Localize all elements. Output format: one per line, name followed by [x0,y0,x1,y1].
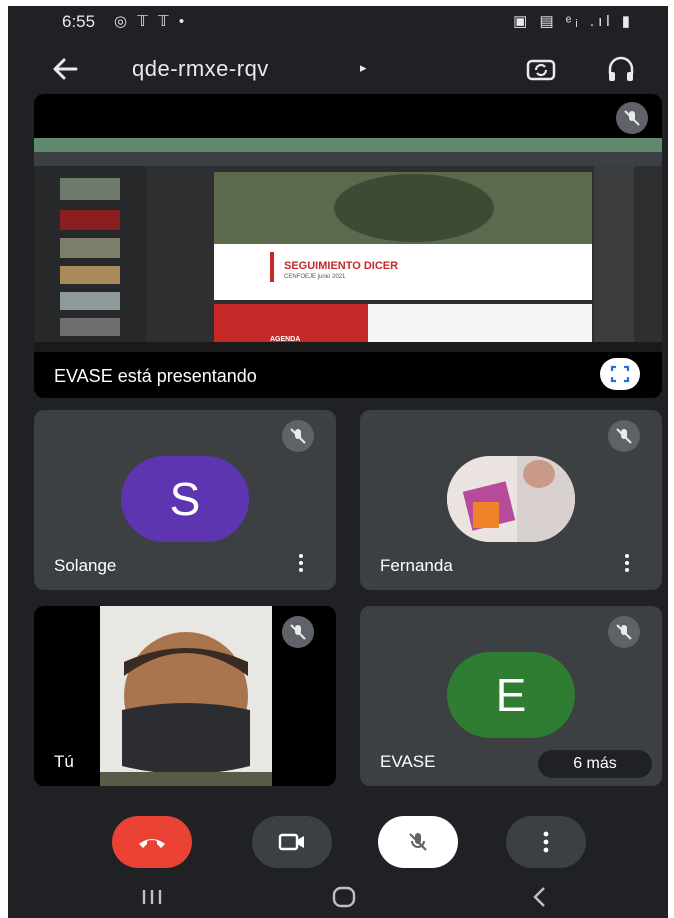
microphone-toggle-button[interactable] [378,816,458,868]
headphones-icon[interactable] [604,52,638,86]
mic-off-icon [616,428,632,444]
camera-toggle-button[interactable] [252,816,332,868]
back-arrow-icon[interactable] [48,52,82,86]
solange-mute-badge [282,420,314,452]
call-controls [8,812,668,876]
solange-avatar: S [121,456,249,542]
mic-off-icon [290,624,306,640]
fernanda-avatar-photo [447,456,575,542]
mic-off-icon [290,428,306,444]
system-back-icon[interactable] [520,882,560,912]
status-right-icons: ▣ ▤ ᵉᵢ .ıl ▮ [513,13,634,30]
fernanda-mute-badge [608,420,640,452]
participant-tile-self[interactable]: Tú [34,606,336,786]
presenter-mute-badge [616,102,648,134]
more-options-button[interactable] [506,816,586,868]
phone-hangup-icon [139,839,165,848]
participant-name: EVASE [380,752,436,771]
fullscreen-button[interactable] [600,358,640,390]
mic-off-icon [616,624,632,640]
recents-icon[interactable] [132,882,172,912]
presentation-tile[interactable]: SEGUIMIENTO DICER CENFOEJE junio 2021 AG… [34,94,662,398]
more-options-icon[interactable] [296,554,306,576]
slide-title: SEGUIMIENTO DICER [284,260,399,272]
more-participants-button[interactable]: 6 más [538,750,652,778]
meet-screen: 6:55 ◎ 𝕋 𝕋 • ▣ ▤ ᵉᵢ .ıl ▮ qde-rmxe-rqv ▸ [8,6,668,918]
participant-tile-solange[interactable]: S Solange [34,410,336,590]
evase-avatar: E [447,652,575,738]
meeting-details-caret-icon[interactable]: ▸ [360,60,367,76]
participant-name: Solange [54,556,117,575]
evase-mute-badge [608,616,640,648]
participant-name: Tú [54,752,74,771]
slide-subtitle: CENFOEJE junio 2021 [284,274,346,280]
system-navigation-bar [8,876,668,918]
participant-tile-fernanda[interactable]: Fernanda [360,410,662,590]
video-camera-icon [278,833,304,851]
mic-off-icon [409,833,427,851]
switch-camera-icon[interactable] [524,52,558,86]
mic-off-icon [624,110,640,126]
shared-screen: SEGUIMIENTO DICER CENFOEJE junio 2021 AG… [34,138,662,352]
home-icon[interactable] [324,882,364,912]
status-bar: 6:55 ◎ 𝕋 𝕋 • ▣ ▤ ᵉᵢ .ıl ▮ [8,6,668,38]
more-vertical-icon [543,831,549,853]
self-mute-badge [282,616,314,648]
more-options-icon[interactable] [622,554,632,576]
slide-agenda-label: AGENDA [270,336,301,343]
self-video [100,606,272,786]
fullscreen-icon [610,365,630,383]
participant-name: Fernanda [380,556,453,575]
status-left-icons: ◎ 𝕋 𝕋 • [114,13,188,30]
status-time: 6:55 [62,12,96,31]
participant-tile-evase[interactable]: E EVASE 6 más [360,606,662,786]
top-bar: qde-rmxe-rqv ▸ [8,44,668,94]
meeting-code[interactable]: qde-rmxe-rqv [132,56,269,82]
end-call-button[interactable] [112,816,192,868]
presenting-caption: EVASE está presentando [54,366,257,386]
